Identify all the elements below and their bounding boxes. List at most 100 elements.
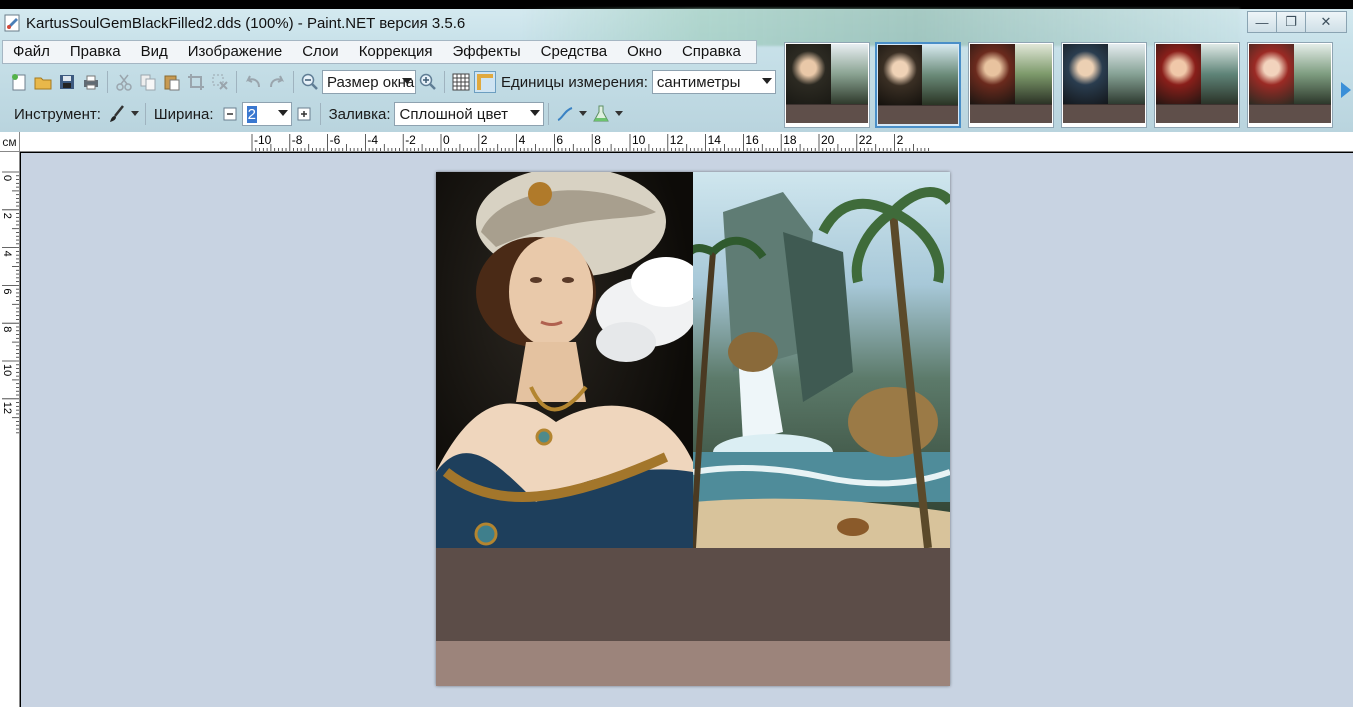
copy-icon[interactable] [137, 71, 159, 93]
paste-icon[interactable] [161, 71, 183, 93]
ruler-label: 2 [1, 213, 13, 219]
menu-window[interactable]: Окно [617, 41, 672, 63]
ruler-label: 16 [745, 133, 759, 147]
horizontal-ruler: -10 -8 -6 -4 -2 0 2 4 6 8 10 12 14 16 18 20 22 2 [20, 132, 1353, 152]
ruler-label: 4 [1, 251, 13, 257]
toolbar-separator [107, 71, 108, 93]
ruler-unit-label: см [0, 132, 20, 152]
ruler-label: 12 [1, 402, 13, 414]
fill-label: Заливка: [328, 105, 391, 123]
paintbrush-icon[interactable] [106, 103, 128, 125]
crop-to-selection-icon[interactable] [185, 71, 207, 93]
landscape-art [693, 187, 950, 548]
blend-mode-flask-icon[interactable] [590, 103, 612, 125]
cut-icon[interactable] [113, 71, 135, 93]
thumbnail-art [1063, 44, 1145, 104]
thumbnail-image-3[interactable] [968, 42, 1054, 128]
ruler-label: 10 [1, 364, 13, 376]
menu-effects[interactable]: Эффекты [442, 41, 530, 63]
ruler-label: 8 [1, 326, 13, 332]
menu-image[interactable]: Изображение [178, 41, 293, 63]
dark-brown-fill-band [436, 548, 950, 641]
zoom-combobox[interactable]: Размер окна [322, 70, 416, 94]
save-icon[interactable] [56, 71, 78, 93]
thumbnail-image-6[interactable] [1247, 42, 1333, 128]
maximize-button[interactable]: ❐ [1276, 11, 1306, 33]
image-thumbnail-strip [780, 38, 1353, 132]
ruler-label: 6 [1, 288, 13, 294]
width-decrease-icon[interactable] [219, 103, 241, 125]
thumbnail-band [1249, 104, 1331, 123]
toolbar-separator [444, 71, 445, 93]
ruler-label: 8 [594, 133, 601, 147]
menu-file[interactable]: Файл [3, 41, 60, 63]
close-button[interactable]: ✕ [1305, 11, 1347, 33]
rulers-toggle-icon[interactable] [474, 71, 496, 93]
units-combobox[interactable]: сантиметры [651, 70, 776, 94]
thumbnail-art [1156, 44, 1238, 104]
blend-mode-chevron-icon[interactable] [614, 103, 624, 125]
thumbnail-art [878, 45, 958, 105]
antialiasing-icon[interactable] [554, 103, 576, 125]
zoom-out-icon[interactable] [299, 71, 321, 93]
undo-icon[interactable] [242, 71, 264, 93]
fill-value: Сплошной цвет [399, 105, 509, 123]
ruler-label: 2 [897, 133, 904, 147]
thumbnail-image-5[interactable] [1154, 42, 1240, 128]
thumbnail-image-1[interactable] [784, 42, 870, 128]
vertical-ruler-ticks: 0 2 4 6 8 10 12 [1, 171, 19, 434]
ruler-label: 0 [443, 133, 450, 147]
menu-view[interactable]: Вид [131, 41, 178, 63]
ruler-label: 4 [519, 133, 526, 147]
ruler-label: 0 [1, 175, 13, 181]
ruler-label: 2 [481, 133, 488, 147]
ruler-label: -4 [367, 133, 378, 147]
chevron-down-icon [761, 78, 772, 84]
thumbnail-art [1249, 44, 1331, 104]
new-image-icon[interactable] [8, 71, 30, 93]
thumbnails-scroll-right-icon[interactable] [1341, 82, 1351, 98]
antialiasing-chevron-icon[interactable] [578, 103, 588, 125]
ruler-label: 14 [708, 133, 722, 147]
thumbnail-band [970, 104, 1052, 123]
thumbnail-band [1156, 104, 1238, 123]
width-increase-icon[interactable] [293, 103, 315, 125]
open-folder-icon[interactable] [32, 71, 54, 93]
window-controls: — ❐ ✕ [1247, 11, 1347, 33]
toolbar-separator [236, 71, 237, 93]
menu-edit[interactable]: Правка [60, 41, 131, 63]
horizontal-ruler-ticks: -10 -8 -6 -4 -2 0 2 4 6 8 10 12 14 16 18 20 22 2 [251, 133, 930, 151]
width-input[interactable]: 2 [241, 102, 292, 126]
deselect-icon[interactable] [209, 71, 231, 93]
ruler-label: 12 [670, 133, 684, 147]
tool-dropdown-chevron-icon[interactable] [130, 103, 140, 125]
units-value: сантиметры [656, 73, 741, 91]
thumbnail-band [1063, 104, 1145, 123]
width-value: 2 [246, 105, 257, 123]
chevron-down-icon [402, 78, 412, 84]
image-canvas[interactable] [436, 172, 950, 686]
zoom-in-icon[interactable] [417, 71, 439, 93]
menu-adjustments[interactable]: Коррекция [349, 41, 443, 63]
ruler-label: 18 [783, 133, 797, 147]
print-icon[interactable] [80, 71, 102, 93]
tool-label: Инструмент: [14, 105, 101, 123]
thumbnail-image-2[interactable] [875, 42, 961, 128]
thumbnail-image-4[interactable] [1061, 42, 1147, 128]
fill-combobox[interactable]: Сплошной цвет [394, 102, 545, 126]
menu-layers[interactable]: Слои [292, 41, 348, 63]
thumbnail-band [786, 104, 868, 123]
light-brown-fill-band [436, 641, 950, 686]
thumbnail-art [970, 44, 1052, 104]
grid-toggle-icon[interactable] [450, 71, 472, 93]
menu-utilities[interactable]: Средства [531, 41, 617, 63]
menu-help[interactable]: Справка [672, 41, 751, 63]
toolbar-separator [144, 103, 146, 125]
ruler-label: -10 [254, 133, 272, 147]
redo-icon[interactable] [266, 71, 288, 93]
minimize-button[interactable]: — [1247, 11, 1277, 33]
ruler-label: 22 [859, 133, 873, 147]
ruler-label: 20 [821, 133, 835, 147]
paint-net-app-icon[interactable] [4, 14, 22, 32]
toolbar-separator [293, 71, 294, 93]
